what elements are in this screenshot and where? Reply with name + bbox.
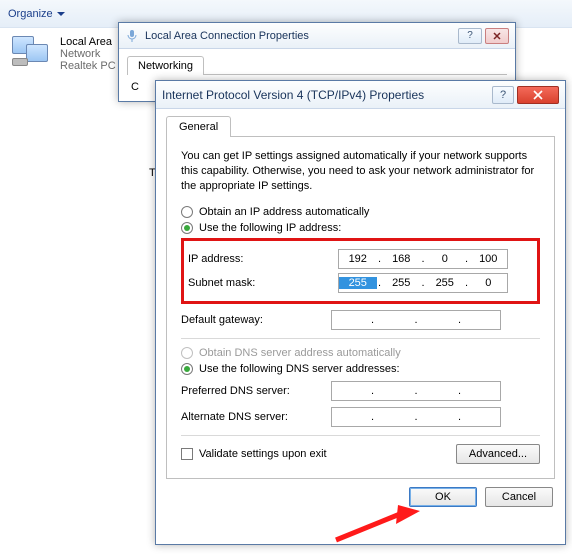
close-button[interactable] [517, 86, 559, 104]
label-subnet-mask: Subnet mask: [188, 277, 338, 289]
radio-icon [181, 347, 193, 359]
preferred-dns-input[interactable]: . . . [331, 381, 501, 401]
cancel-button[interactable]: Cancel [485, 487, 553, 507]
organize-label: Organize [8, 8, 53, 20]
ip-address-input[interactable]: 192. 168. 0. 100 [338, 249, 508, 269]
subnet-mask-input[interactable]: 255. 255. 255. 0 [338, 273, 508, 293]
alternate-dns-input[interactable]: . . . [331, 407, 501, 427]
label-ip-address: IP address: [188, 253, 338, 265]
network-adapter-icon [12, 36, 52, 68]
radio-icon [181, 206, 193, 218]
help-button[interactable]: ? [492, 86, 514, 104]
close-button[interactable] [485, 28, 509, 44]
lan-title: Local Area Connection Properties [145, 30, 309, 42]
description-text: You can get IP settings assigned automat… [181, 149, 540, 194]
checkbox-icon [181, 448, 193, 460]
dropdown-icon [57, 12, 65, 16]
radio-icon [181, 363, 193, 375]
ipv4-properties-window: Internet Protocol Version 4 (TCP/IPv4) P… [155, 80, 566, 545]
label-preferred-dns: Preferred DNS server: [181, 385, 331, 397]
radio-ip-manual[interactable]: Use the following IP address: [181, 222, 540, 234]
label-alternate-dns: Alternate DNS server: [181, 411, 331, 423]
radio-dns-auto: Obtain DNS server address automatically [181, 347, 540, 359]
default-gateway-input[interactable]: . . . [331, 310, 501, 330]
label-default-gateway: Default gateway: [181, 314, 331, 326]
radio-dns-manual[interactable]: Use the following DNS server addresses: [181, 363, 540, 375]
radio-icon [181, 222, 193, 234]
tab-general[interactable]: General [166, 116, 231, 137]
adapter-status: Network [60, 48, 116, 60]
ipv4-titlebar[interactable]: Internet Protocol Version 4 (TCP/IPv4) P… [156, 81, 565, 109]
highlight-box: IP address: 192. 168. 0. 100 Subnet mask… [181, 238, 540, 304]
advanced-button[interactable]: Advanced... [456, 444, 540, 464]
lan-titlebar[interactable]: Local Area Connection Properties ? [119, 23, 515, 49]
microphone-icon [125, 29, 139, 43]
radio-ip-auto[interactable]: Obtain an IP address automatically [181, 206, 540, 218]
adapter-name: Local Area [60, 36, 116, 48]
validate-checkbox[interactable]: Validate settings upon exit [181, 448, 327, 460]
ok-button[interactable]: OK [409, 487, 477, 507]
adapter-device: Realtek PC [60, 60, 116, 72]
ipv4-title: Internet Protocol Version 4 (TCP/IPv4) P… [162, 88, 424, 102]
tab-networking[interactable]: Networking [127, 56, 204, 75]
help-button[interactable]: ? [458, 28, 482, 44]
organize-menu[interactable]: Organize [8, 8, 65, 20]
